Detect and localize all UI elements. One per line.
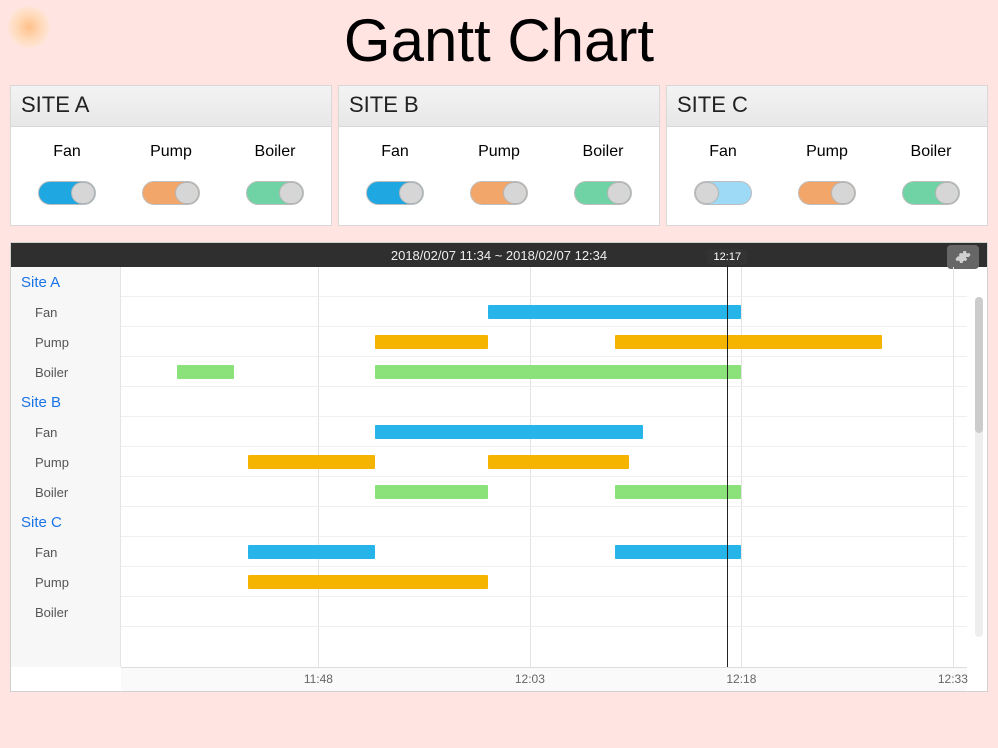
row-label: Fan	[11, 417, 121, 447]
gantt-body: Site AFanPumpBoilerSite BFanPumpBoilerSi…	[11, 267, 987, 667]
gantt-bar[interactable]	[375, 365, 742, 379]
gantt-plot[interactable]: 12:17	[121, 267, 967, 667]
settings-button[interactable]	[947, 245, 979, 269]
toggle-knob	[279, 182, 303, 204]
control-pump: Pump	[470, 143, 528, 205]
panel-site-c: SITE C Fan Pump Boiler	[666, 85, 988, 226]
group-label: Site B	[11, 387, 121, 417]
gantt-row	[121, 477, 967, 507]
gantt-bar[interactable]	[488, 305, 742, 319]
gantt-bar[interactable]	[375, 485, 488, 499]
gantt-bar[interactable]	[488, 455, 629, 469]
toggle-pump[interactable]	[470, 181, 528, 205]
row-label: Boiler	[11, 357, 121, 387]
toggle-knob	[935, 182, 959, 204]
control-label: Pump	[478, 143, 520, 161]
control-pump: Pump	[142, 143, 200, 205]
control-label: Fan	[381, 143, 409, 161]
row-labels: Site AFanPumpBoilerSite BFanPumpBoilerSi…	[11, 267, 121, 667]
time-axis: 11:48 12:03 12:18 12:33	[121, 667, 967, 691]
gantt-time-range: 2018/02/07 11:34 ~ 2018/02/07 12:34	[11, 243, 987, 267]
control-boiler: Boiler	[246, 143, 304, 205]
time-tick: 11:48	[304, 672, 333, 686]
toggle-pump[interactable]	[142, 181, 200, 205]
toggle-fan[interactable]	[694, 181, 752, 205]
toggle-knob	[695, 182, 719, 204]
logo-icon	[8, 6, 50, 48]
gantt-row	[121, 597, 967, 627]
panel-title: SITE C	[667, 86, 987, 127]
toggle-boiler[interactable]	[902, 181, 960, 205]
gantt-bar[interactable]	[248, 575, 488, 589]
group-label: Site C	[11, 507, 121, 537]
control-panels: SITE AFanPumpBoilerSITE BFanPumpBoilerSI…	[0, 85, 998, 226]
toggle-knob	[831, 182, 855, 204]
gantt-bar[interactable]	[615, 545, 742, 559]
toggle-knob	[607, 182, 631, 204]
panel-site-b: SITE B Fan Pump Boiler	[338, 85, 660, 226]
gantt-bar[interactable]	[615, 485, 742, 499]
gantt-bar[interactable]	[248, 545, 375, 559]
toggle-knob	[399, 182, 423, 204]
gantt-bar[interactable]	[615, 335, 883, 349]
toggle-fan[interactable]	[38, 181, 96, 205]
toggle-fan[interactable]	[366, 181, 424, 205]
panel-body: Fan Pump Boiler	[667, 127, 987, 225]
page-title: Gantt Chart	[0, 0, 998, 85]
row-label: Pump	[11, 327, 121, 357]
group-label: Site A	[11, 267, 121, 297]
control-label: Pump	[806, 143, 848, 161]
gantt-bar[interactable]	[375, 335, 488, 349]
toggle-knob	[71, 182, 95, 204]
group-row	[121, 387, 967, 417]
gear-icon	[955, 249, 971, 265]
gantt-bar[interactable]	[248, 455, 375, 469]
gantt-bar[interactable]	[177, 365, 233, 379]
row-label: Fan	[11, 537, 121, 567]
toggle-pump[interactable]	[798, 181, 856, 205]
control-fan: Fan	[38, 143, 96, 205]
panel-body: Fan Pump Boiler	[339, 127, 659, 225]
control-label: Boiler	[583, 143, 624, 161]
toggle-boiler[interactable]	[246, 181, 304, 205]
toggle-knob	[175, 182, 199, 204]
now-badge: 12:17	[708, 249, 748, 265]
row-label: Pump	[11, 447, 121, 477]
panel-body: Fan Pump Boiler	[11, 127, 331, 225]
control-fan: Fan	[694, 143, 752, 205]
row-label: Fan	[11, 297, 121, 327]
control-label: Boiler	[911, 143, 952, 161]
time-range-label: 2018/02/07 11:34 ~ 2018/02/07 12:34	[391, 248, 607, 263]
control-label: Fan	[53, 143, 81, 161]
toggle-knob	[503, 182, 527, 204]
group-row	[121, 267, 967, 297]
gantt-bar[interactable]	[375, 425, 643, 439]
time-tick: 12:03	[515, 672, 545, 686]
control-label: Boiler	[255, 143, 296, 161]
control-label: Pump	[150, 143, 192, 161]
control-label: Fan	[709, 143, 737, 161]
now-line	[727, 249, 728, 667]
control-boiler: Boiler	[574, 143, 632, 205]
control-pump: Pump	[798, 143, 856, 205]
row-label: Boiler	[11, 597, 121, 627]
gantt-container: 2018/02/07 11:34 ~ 2018/02/07 12:34 Site…	[10, 242, 988, 692]
panel-title: SITE B	[339, 86, 659, 127]
control-boiler: Boiler	[902, 143, 960, 205]
row-label: Boiler	[11, 477, 121, 507]
toggle-boiler[interactable]	[574, 181, 632, 205]
vertical-scrollbar[interactable]	[975, 297, 983, 637]
group-row	[121, 507, 967, 537]
time-tick: 12:18	[726, 672, 756, 686]
panel-title: SITE A	[11, 86, 331, 127]
panel-site-a: SITE A Fan Pump Boiler	[10, 85, 332, 226]
control-fan: Fan	[366, 143, 424, 205]
time-tick: 12:33	[938, 672, 968, 686]
row-label: Pump	[11, 567, 121, 597]
